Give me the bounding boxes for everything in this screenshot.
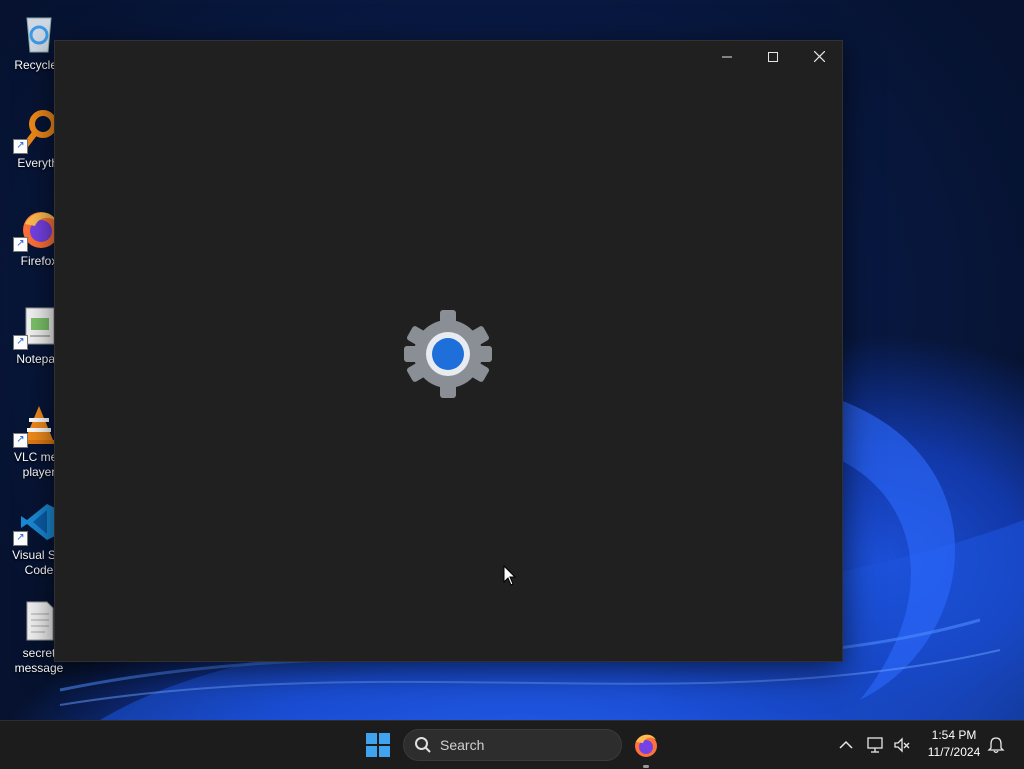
firefox-icon <box>635 734 657 757</box>
chevron-up-icon <box>839 740 853 749</box>
close-icon <box>813 49 825 65</box>
show-hidden-icons-button[interactable] <box>836 735 856 755</box>
taskbar: Search 1:54 PM 11/7/2024 <box>0 720 1024 769</box>
maximize-button[interactable] <box>750 41 796 73</box>
taskbar-firefox-button[interactable] <box>632 731 660 759</box>
window-caption-buttons <box>704 41 842 73</box>
volume-muted-icon <box>894 737 910 753</box>
mouse-pointer-icon <box>503 565 517 586</box>
volume-tray-button[interactable] <box>892 735 912 755</box>
shortcut-arrow-icon: ↗ <box>13 139 28 154</box>
search-placeholder: Search <box>440 737 485 753</box>
taskbar-search-box[interactable]: Search <box>403 729 622 761</box>
settings-window[interactable] <box>54 40 843 662</box>
clock[interactable]: 1:54 PM 11/7/2024 <box>920 727 988 761</box>
shortcut-arrow-icon: ↗ <box>13 335 28 350</box>
shortcut-arrow-icon: ↗ <box>13 237 28 252</box>
settings-gear-icon <box>400 306 496 402</box>
minimize-icon <box>722 49 732 65</box>
clock-date: 11/7/2024 <box>927 745 981 759</box>
search-icon <box>414 736 432 754</box>
notifications-button[interactable] <box>986 735 1006 755</box>
windows-logo-icon <box>366 733 390 757</box>
bell-icon <box>987 737 1005 754</box>
shortcut-arrow-icon: ↗ <box>13 433 28 448</box>
minimize-button[interactable] <box>704 41 750 73</box>
maximize-icon <box>768 49 778 65</box>
network-tray-button[interactable] <box>866 735 886 755</box>
start-button[interactable] <box>366 733 390 757</box>
network-icon <box>867 737 883 753</box>
shortcut-arrow-icon: ↗ <box>13 531 28 546</box>
close-button[interactable] <box>796 41 842 73</box>
clock-time: 1:54 PM <box>931 728 977 742</box>
